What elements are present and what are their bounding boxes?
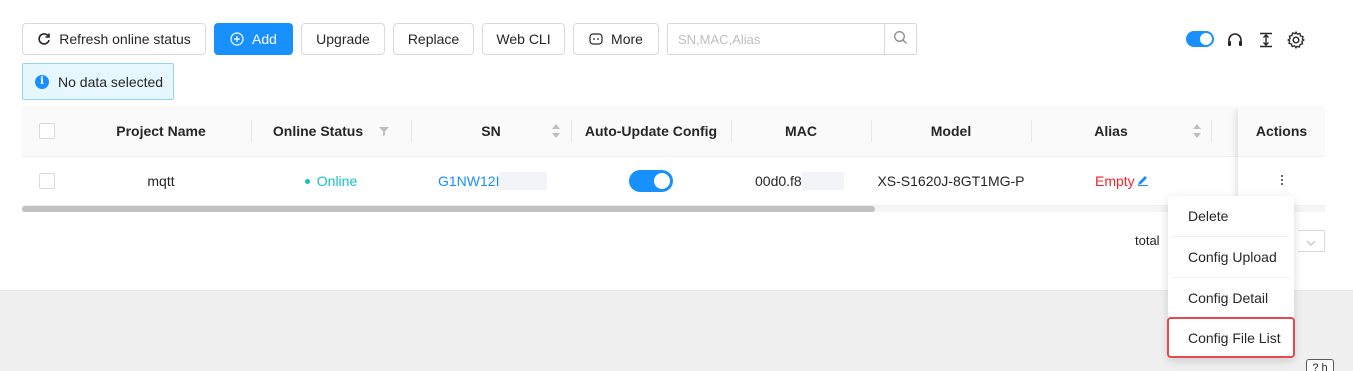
scrollbar-thumb[interactable] bbox=[22, 206, 875, 212]
column-header-project-name[interactable]: Project Name bbox=[71, 106, 251, 156]
help-button[interactable]: ? h bbox=[1306, 359, 1334, 371]
sort-icon[interactable] bbox=[1193, 123, 1201, 142]
column-header-online-status[interactable]: Online Status bbox=[251, 106, 411, 156]
actions-column: Actions bbox=[1238, 106, 1325, 206]
search-box bbox=[667, 23, 917, 55]
model-cell: XS-S1620J-8GT1MG-P bbox=[877, 173, 1025, 189]
alias-header-label: Alias bbox=[1094, 123, 1128, 139]
menu-item-config-upload[interactable]: Config Upload bbox=[1168, 237, 1294, 277]
settings-gear-icon[interactable] bbox=[1284, 28, 1308, 52]
alias-value[interactable]: Empty bbox=[1095, 173, 1149, 189]
page-size-select[interactable] bbox=[1298, 230, 1325, 252]
upgrade-button[interactable]: Upgrade bbox=[301, 23, 385, 55]
refresh-online-status-label: Refresh online status bbox=[59, 31, 191, 47]
alias-text: Empty bbox=[1095, 173, 1135, 189]
device-table: Project Name Online Status SN Auto-Updat… bbox=[22, 106, 1325, 212]
more-icon bbox=[589, 32, 603, 46]
redacted-mask bbox=[499, 172, 548, 190]
auto-update-toggle[interactable] bbox=[629, 170, 673, 192]
selection-alert-text: No data selected bbox=[58, 73, 164, 90]
column-header-alias[interactable]: Alias bbox=[1031, 106, 1191, 156]
sn-header-label: SN bbox=[481, 123, 501, 139]
view-toggle-switch[interactable] bbox=[1186, 31, 1214, 47]
refresh-icon bbox=[37, 32, 51, 46]
project-name-cell: mqtt bbox=[147, 173, 175, 189]
row-checkbox[interactable] bbox=[38, 173, 55, 189]
online-status-cell: Online bbox=[251, 157, 411, 205]
sn-cell: G1NW12I bbox=[411, 157, 571, 205]
auto-update-cell bbox=[571, 157, 731, 205]
headset-icon[interactable] bbox=[1223, 28, 1247, 52]
chevron-down-icon bbox=[1306, 233, 1316, 249]
web-cli-label: Web CLI bbox=[496, 31, 551, 47]
redacted-mask bbox=[801, 172, 844, 190]
menu-item-config-file-list[interactable]: Config File List bbox=[1167, 317, 1295, 358]
more-button[interactable]: More bbox=[573, 23, 659, 55]
upgrade-label: Upgrade bbox=[316, 31, 370, 47]
table-row[interactable]: mqtt Online G1NW12I 00d0.f8 XS-S1620J-8G… bbox=[22, 157, 1325, 206]
alias-cell: Empty bbox=[1031, 157, 1191, 205]
mac-cell: 00d0.f8 bbox=[731, 157, 871, 205]
column-header-sn[interactable]: SN bbox=[411, 106, 571, 156]
add-button[interactable]: Add bbox=[214, 23, 293, 55]
pagination-total: total bbox=[1135, 233, 1160, 248]
status-dot-icon bbox=[304, 178, 310, 184]
column-height-icon[interactable] bbox=[1254, 28, 1278, 52]
online-status-text: Online bbox=[316, 173, 358, 189]
menu-item-delete[interactable]: Delete bbox=[1168, 196, 1294, 236]
search-input[interactable] bbox=[668, 24, 884, 54]
more-vertical-icon[interactable] bbox=[1280, 173, 1284, 189]
column-header-actions: Actions bbox=[1238, 106, 1325, 157]
selection-alert: i No data selected bbox=[22, 63, 174, 100]
select-all-checkbox[interactable] bbox=[38, 123, 55, 139]
device-list-panel: Refresh online status Add Upgrade Replac… bbox=[0, 0, 1353, 291]
column-header-auto-update-config[interactable]: Auto-Update Config bbox=[571, 106, 731, 156]
online-status-badge: Online bbox=[304, 173, 358, 189]
online-status-header-label: Online Status bbox=[272, 123, 364, 139]
sn-link[interactable]: G1NW12I bbox=[438, 173, 499, 189]
search-icon bbox=[893, 30, 908, 48]
table-header: Project Name Online Status SN Auto-Updat… bbox=[22, 106, 1325, 157]
edit-pencil-icon[interactable] bbox=[1137, 173, 1149, 189]
sort-icon[interactable] bbox=[552, 123, 560, 142]
web-cli-button[interactable]: Web CLI bbox=[482, 23, 565, 55]
info-icon: i bbox=[35, 74, 49, 89]
row-actions-menu: Delete Config Upload Config Detail Confi… bbox=[1167, 196, 1295, 358]
row-select-cell bbox=[22, 157, 71, 205]
horizontal-scrollbar[interactable] bbox=[22, 206, 1325, 212]
mac-text: 00d0.f8 bbox=[755, 173, 802, 189]
column-header-mac[interactable]: MAC bbox=[731, 106, 871, 156]
replace-button[interactable]: Replace bbox=[393, 23, 474, 55]
add-label: Add bbox=[252, 31, 277, 47]
more-label: More bbox=[611, 31, 643, 47]
column-header-model[interactable]: Model bbox=[871, 106, 1031, 156]
menu-item-config-detail[interactable]: Config Detail bbox=[1168, 278, 1294, 318]
column-divider bbox=[1211, 120, 1212, 142]
search-button[interactable] bbox=[884, 24, 916, 54]
refresh-online-status-button[interactable]: Refresh online status bbox=[22, 23, 206, 55]
filter-icon[interactable] bbox=[379, 123, 390, 139]
plus-circle-icon bbox=[230, 32, 244, 46]
replace-label: Replace bbox=[407, 31, 460, 47]
select-all-cell bbox=[22, 106, 71, 156]
